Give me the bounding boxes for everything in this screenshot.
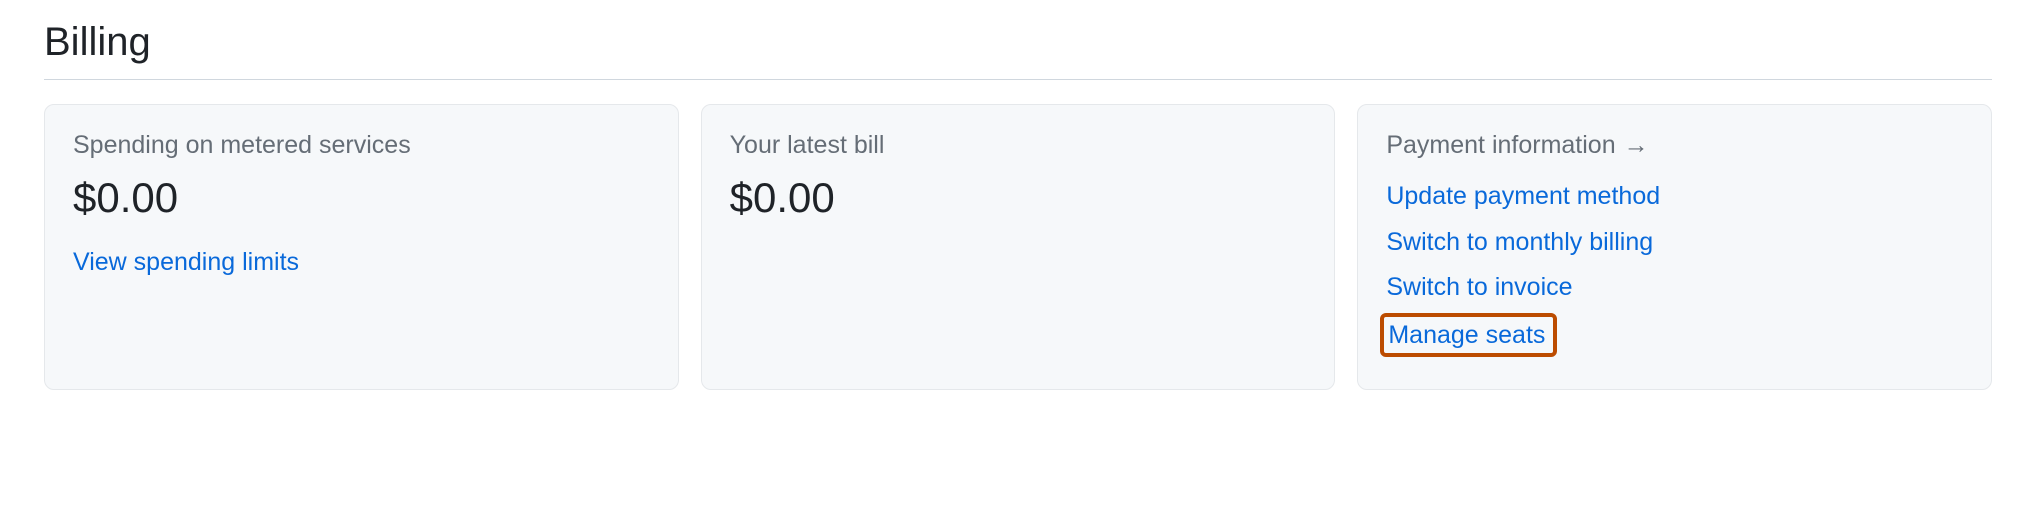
- view-spending-limits-link[interactable]: View spending limits: [73, 240, 650, 286]
- payment-info-label-text: Payment information: [1386, 131, 1615, 160]
- update-payment-method-link[interactable]: Update payment method: [1386, 174, 1963, 220]
- switch-to-invoice-link[interactable]: Switch to invoice: [1386, 265, 1963, 311]
- manage-seats-link[interactable]: Manage seats: [1388, 319, 1545, 352]
- latest-bill-label: Your latest bill: [730, 131, 885, 160]
- spending-amount: $0.00: [73, 174, 650, 222]
- payment-info-links: Update payment method Switch to monthly …: [1386, 174, 1963, 357]
- latest-bill-card: Your latest bill $0.00: [701, 104, 1336, 390]
- payment-info-card: Payment information → Update payment met…: [1357, 104, 1992, 390]
- switch-monthly-billing-link[interactable]: Switch to monthly billing: [1386, 220, 1963, 266]
- spending-card-label: Spending on metered services: [73, 131, 411, 160]
- spending-card: Spending on metered services $0.00 View …: [44, 104, 679, 390]
- payment-info-label: Payment information →: [1386, 131, 1648, 160]
- page-title: Billing: [44, 20, 1992, 80]
- arrow-right-icon: →: [1624, 131, 1649, 160]
- manage-seats-highlight: Manage seats: [1380, 313, 1557, 358]
- latest-bill-amount: $0.00: [730, 174, 1307, 222]
- billing-cards-row: Spending on metered services $0.00 View …: [44, 104, 1992, 390]
